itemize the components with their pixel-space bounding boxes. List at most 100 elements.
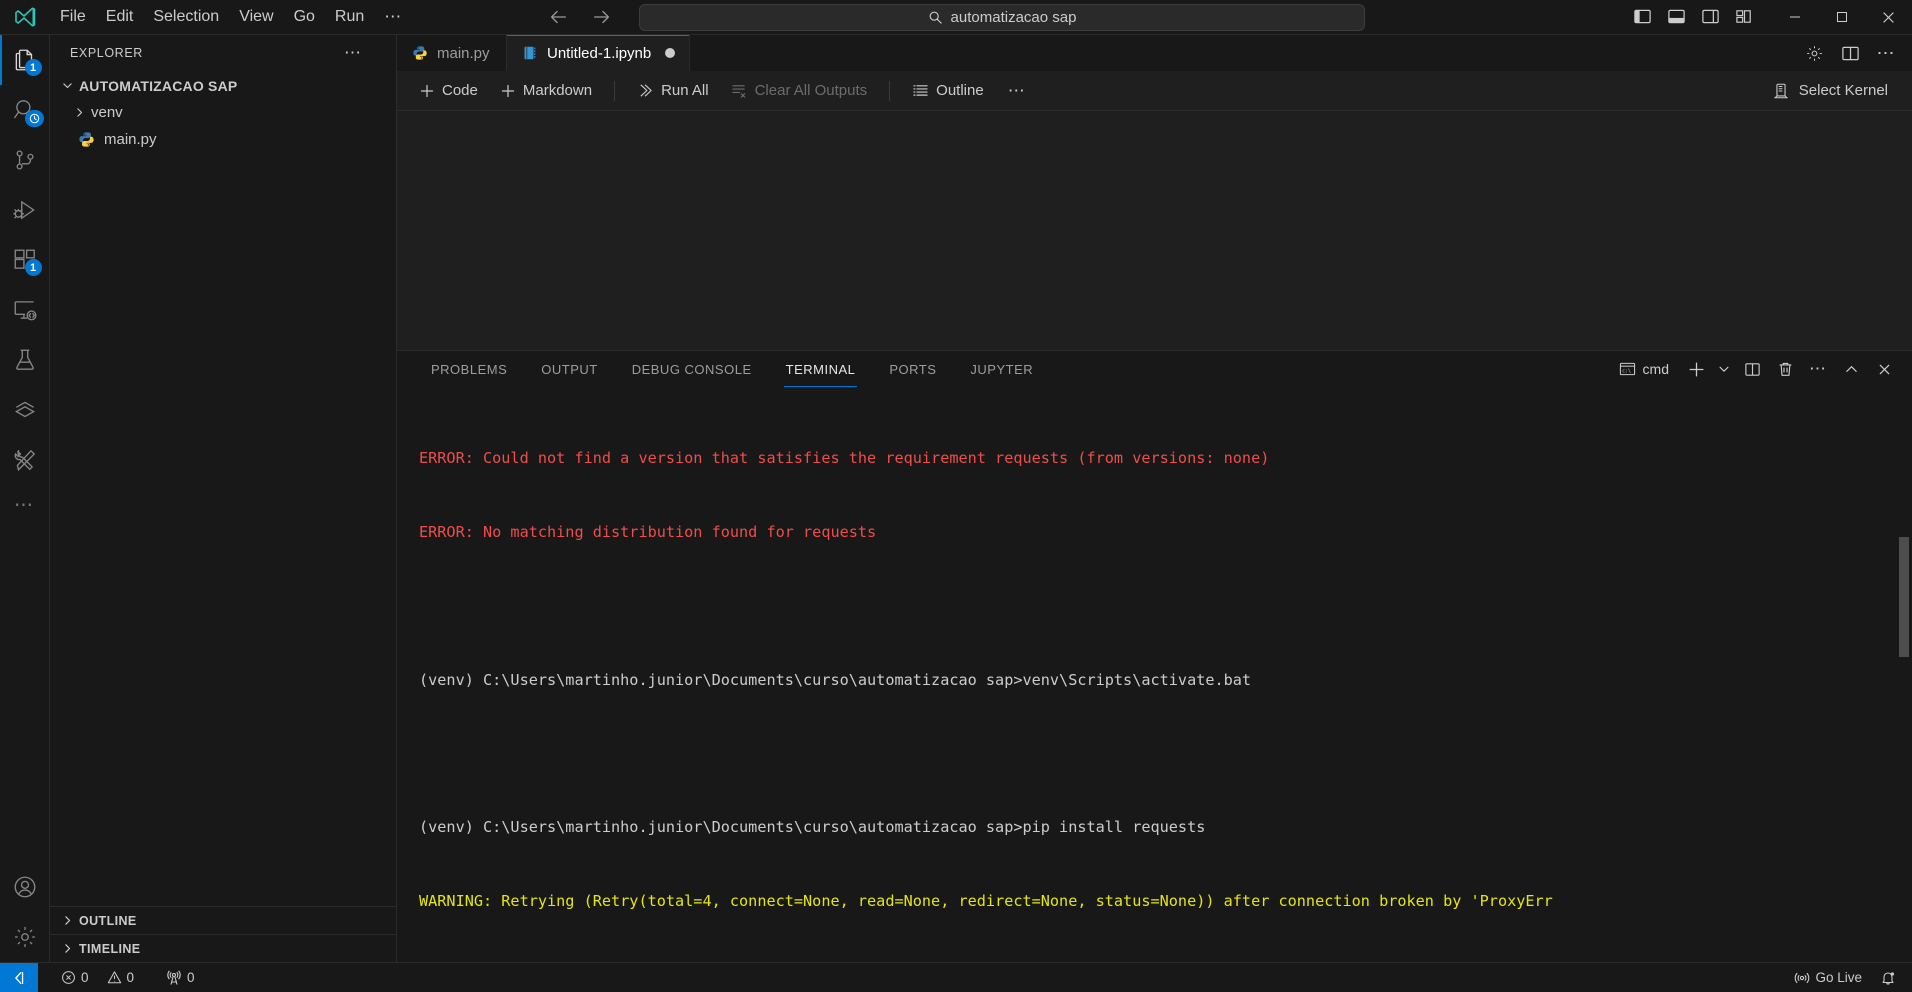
activity-item-extensions[interactable]: 1 (0, 235, 50, 285)
terminal-line: WARNING: Retrying (Retry(total=4, connec… (419, 891, 1553, 910)
activity-item-run-and-debug[interactable] (0, 185, 50, 235)
terminal-profile-chevron-down-icon[interactable] (1715, 356, 1733, 382)
python-icon (76, 131, 96, 148)
panel-tab-ports[interactable]: PORTS (877, 351, 948, 387)
menu-item-selection[interactable]: Selection (143, 4, 229, 30)
menu-item-go[interactable]: Go (284, 4, 325, 30)
toggle-secondary-sidebar-icon[interactable] (1701, 7, 1721, 27)
toggle-panel-icon[interactable] (1667, 7, 1687, 27)
menu-item-more[interactable]: ⋯ (374, 3, 412, 31)
activity-item-testing[interactable] (0, 335, 50, 385)
sidebar-section-timeline[interactable]: TIMELINE (50, 934, 396, 962)
clear-all-outputs-button[interactable]: Clear All Outputs (723, 79, 876, 102)
status-error-count[interactable]: 0 (52, 963, 98, 992)
panel-tab-debug-console[interactable]: DEBUG CONSOLE (620, 351, 764, 387)
close-panel-icon[interactable] (1870, 356, 1898, 382)
terminal-scrollbar[interactable] (1899, 537, 1909, 657)
search-history-badge (24, 110, 44, 127)
run-all-button[interactable]: Run All (629, 79, 717, 102)
split-editor-icon[interactable] (1840, 43, 1860, 63)
toggle-primary-sidebar-icon[interactable] (1633, 7, 1653, 27)
activity-item-explorer[interactable]: 1 (0, 35, 50, 85)
maximize-panel-chevron-up-icon[interactable] (1837, 356, 1865, 382)
menu-item-view[interactable]: View (229, 4, 283, 30)
broadcast-icon (1794, 970, 1810, 986)
radio-tower-icon (166, 969, 182, 986)
vscode-logo-icon (0, 5, 50, 29)
terminal-line: (venv) C:\Users\martinho.junior\Document… (419, 670, 1252, 689)
terminal-tab-cmd[interactable]: c:\ cmd (1611, 356, 1677, 382)
activity-item-more[interactable]: ⋯ (0, 485, 50, 525)
toolbar-separator (889, 80, 891, 101)
panel-tab-jupyter[interactable]: JUPYTER (958, 351, 1045, 387)
sidebar-more-icon[interactable]: ⋯ (344, 43, 376, 63)
main-area: 1 1 ⋯ EXPLORER ⋯ AUTOMATIZACAO SAP venv … (0, 35, 1912, 962)
panel-tab-terminal[interactable]: TERMINAL (774, 351, 868, 387)
menu-item-run[interactable]: Run (325, 4, 374, 30)
editor-tab-main-py[interactable]: main.py (397, 35, 507, 71)
remote-window-indicator[interactable] (0, 962, 38, 992)
activity-item-tools[interactable] (0, 435, 50, 485)
menu-item-file[interactable]: File (50, 4, 96, 30)
sidebar-section-label: OUTLINE (79, 913, 137, 928)
sidebar-section-outline[interactable]: OUTLINE (50, 906, 396, 934)
quick-open-search-input[interactable]: automatizacao sap (639, 3, 1365, 31)
panel-tab-output[interactable]: OUTPUT (529, 351, 609, 387)
go-live-label: Go Live (1815, 970, 1862, 985)
status-warning-count[interactable]: 0 (98, 963, 144, 992)
close-button[interactable] (1865, 0, 1912, 35)
chevron-right-icon (58, 942, 76, 955)
chevron-right-icon (70, 106, 88, 119)
editor-tab-actions: ⋯ (1788, 35, 1912, 71)
tree-item-folder-root[interactable]: AUTOMATIZACAO SAP (50, 72, 396, 99)
python-icon (411, 45, 429, 61)
activity-item-accounts[interactable] (0, 862, 50, 912)
sidebar-header: EXPLORER ⋯ (50, 35, 396, 70)
notebook-more-icon[interactable]: ⋯ (998, 81, 1036, 101)
maximize-button[interactable] (1818, 0, 1865, 35)
warning-count-label: 0 (126, 970, 135, 985)
activity-item-settings[interactable] (0, 912, 50, 962)
terminal-more-icon[interactable]: ⋯ (1804, 356, 1832, 382)
editor-tab-untitled-notebook[interactable]: Untitled-1.ipynb (507, 35, 691, 71)
explorer-badge: 1 (24, 59, 42, 76)
minimize-button[interactable] (1771, 0, 1818, 35)
split-terminal-icon[interactable] (1738, 356, 1766, 382)
warning-icon (107, 970, 122, 985)
add-markdown-cell-label: Markdown (522, 82, 593, 99)
activity-item-remote-explorer[interactable] (0, 285, 50, 335)
tree-item-venv[interactable]: venv (50, 99, 396, 126)
tree-item-label: main.py (104, 131, 157, 148)
activity-item-layers[interactable] (0, 385, 50, 435)
status-go-live[interactable]: Go Live (1785, 963, 1871, 992)
add-markdown-cell-button[interactable]: Markdown (492, 79, 600, 102)
customize-layout-icon[interactable] (1735, 7, 1755, 27)
status-notifications[interactable] (1871, 963, 1912, 992)
arrow-left-icon[interactable] (547, 6, 569, 28)
editor-more-icon[interactable]: ⋯ (1876, 43, 1896, 63)
notebook-editor-body[interactable] (397, 111, 1912, 350)
menu-item-edit[interactable]: Edit (96, 4, 144, 30)
add-code-cell-label: Code (442, 82, 478, 99)
status-bar: 0 0 0 Go Live (0, 962, 1912, 992)
new-terminal-icon[interactable] (1682, 356, 1710, 382)
panel-tabs-bar: PROBLEMS OUTPUT DEBUG CONSOLE TERMINAL P… (397, 351, 1912, 387)
add-code-cell-button[interactable]: Code (411, 79, 486, 102)
outline-button[interactable]: Outline (904, 79, 992, 102)
status-ports-count[interactable]: 0 (157, 963, 204, 992)
outline-icon (912, 82, 929, 99)
unsaved-indicator-icon[interactable] (665, 48, 676, 58)
editor-tabs-bar: main.py Untitled-1.ipynb ⋯ (397, 35, 1912, 71)
activity-item-source-control[interactable] (0, 135, 50, 185)
settings-gear-icon[interactable] (1804, 43, 1824, 63)
activity-item-search[interactable] (0, 85, 50, 135)
editor-tab-label: main.py (437, 44, 490, 62)
quick-open-value: automatizacao sap (950, 8, 1077, 26)
panel-tab-problems[interactable]: PROBLEMS (419, 351, 519, 387)
select-kernel-button[interactable]: Select Kernel (1762, 79, 1898, 103)
arrow-right-icon[interactable] (591, 6, 613, 28)
tree-item-main-py[interactable]: main.py (50, 126, 396, 153)
clear-outputs-icon (731, 82, 748, 99)
terminal-output[interactable]: ERROR: Could not find a version that sat… (397, 387, 1912, 962)
kill-terminal-trash-icon[interactable] (1771, 356, 1799, 382)
